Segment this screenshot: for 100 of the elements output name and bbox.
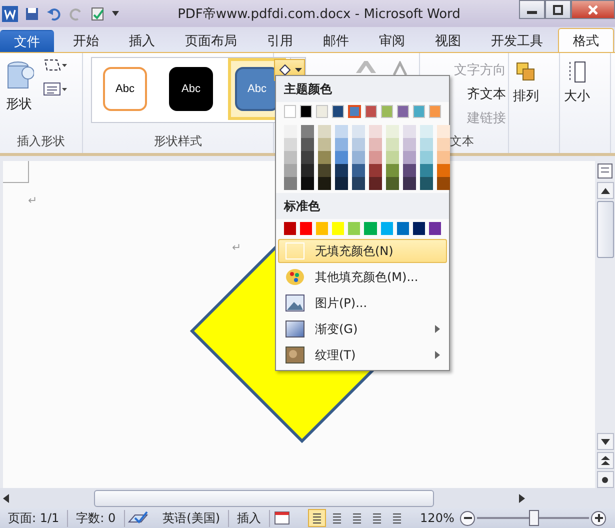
color-swatch[interactable]	[420, 151, 433, 164]
color-swatch[interactable]	[420, 138, 433, 151]
color-swatch[interactable]	[335, 138, 348, 151]
color-swatch[interactable]	[332, 105, 344, 118]
color-swatch[interactable]	[352, 138, 365, 151]
color-swatch[interactable]	[403, 125, 416, 138]
color-swatch[interactable]	[301, 138, 314, 151]
color-swatch[interactable]	[301, 177, 314, 190]
menu-item[interactable]: 其他填充颜色(M)...	[278, 265, 447, 289]
ribbon-tab[interactable]: 邮件	[308, 28, 364, 52]
color-swatch[interactable]	[380, 105, 393, 118]
color-swatch[interactable]	[318, 138, 331, 151]
color-swatch[interactable]	[437, 151, 450, 164]
scroll-up-button[interactable]	[596, 182, 614, 199]
color-swatch[interactable]	[348, 222, 360, 235]
color-swatch[interactable]	[318, 151, 331, 164]
language-status[interactable]: 英语(美国)	[154, 510, 230, 526]
ribbon-tab[interactable]: 格式	[558, 28, 614, 52]
color-swatch[interactable]	[335, 164, 348, 177]
color-swatch[interactable]	[386, 138, 399, 151]
color-swatch[interactable]	[396, 105, 409, 118]
zoom-out-button[interactable]	[460, 510, 476, 526]
color-swatch[interactable]	[403, 177, 416, 190]
color-swatch[interactable]	[403, 151, 416, 164]
color-swatch[interactable]	[284, 222, 296, 235]
color-swatch[interactable]	[386, 177, 399, 190]
color-swatch[interactable]	[369, 151, 382, 164]
color-swatch[interactable]	[437, 164, 450, 177]
color-swatch[interactable]	[403, 138, 416, 151]
color-swatch[interactable]	[386, 164, 399, 177]
color-swatch[interactable]	[428, 105, 441, 118]
color-swatch[interactable]	[412, 105, 425, 118]
color-swatch[interactable]	[284, 164, 297, 177]
arrange-button[interactable]: 排列	[509, 57, 543, 107]
color-swatch[interactable]	[284, 138, 297, 151]
file-tab[interactable]: 文件	[0, 30, 54, 52]
color-swatch[interactable]	[301, 151, 314, 164]
color-swatch[interactable]	[335, 125, 348, 138]
color-swatch[interactable]	[412, 222, 425, 235]
color-swatch[interactable]	[369, 138, 382, 151]
color-swatch[interactable]	[316, 222, 328, 235]
zoom-level[interactable]: 120%	[420, 511, 454, 525]
color-swatch[interactable]	[386, 125, 399, 138]
scroll-down-button[interactable]	[596, 433, 614, 450]
ribbon-tab[interactable]: 引用	[252, 28, 308, 52]
color-swatch[interactable]	[420, 164, 433, 177]
color-swatch[interactable]	[386, 151, 399, 164]
color-swatch[interactable]	[428, 222, 441, 235]
color-swatch[interactable]	[364, 105, 377, 118]
menu-item[interactable]: 图片(P)...	[278, 291, 447, 315]
scrollbar-thumb[interactable]	[596, 201, 614, 258]
color-swatch[interactable]	[335, 151, 348, 164]
minimize-button[interactable]	[519, 0, 545, 19]
color-swatch[interactable]	[369, 164, 382, 177]
color-swatch[interactable]	[420, 125, 433, 138]
previous-page-button[interactable]	[596, 452, 614, 469]
color-swatch[interactable]	[352, 177, 365, 190]
color-swatch[interactable]	[284, 151, 297, 164]
menu-item[interactable]: 渐变(G)	[278, 317, 447, 341]
color-swatch[interactable]	[352, 151, 365, 164]
color-swatch[interactable]	[316, 105, 328, 118]
ribbon-tab[interactable]: 插入	[114, 28, 170, 52]
color-swatch[interactable]	[284, 105, 296, 118]
close-button[interactable]	[571, 0, 615, 19]
color-swatch[interactable]	[403, 164, 416, 177]
color-swatch[interactable]	[348, 105, 361, 118]
menu-item[interactable]: 纹理(T)	[278, 343, 447, 367]
menu-item[interactable]: 无填充颜色(N)	[278, 239, 447, 263]
color-swatch[interactable]	[318, 125, 331, 138]
color-swatch[interactable]	[300, 222, 312, 235]
color-swatch[interactable]	[369, 125, 382, 138]
color-swatch[interactable]	[318, 164, 331, 177]
color-swatch[interactable]	[437, 125, 450, 138]
color-swatch[interactable]	[301, 125, 314, 138]
ribbon-tab[interactable]: 开发工具	[476, 28, 558, 52]
insert-mode-status[interactable]: 插入	[229, 510, 270, 526]
color-swatch[interactable]	[352, 125, 365, 138]
size-button[interactable]: 大小	[560, 57, 594, 107]
shapes-button[interactable]: 形状	[0, 57, 38, 115]
color-swatch[interactable]	[396, 222, 409, 235]
zoom-slider-thumb[interactable]	[529, 510, 540, 526]
color-swatch[interactable]	[300, 105, 312, 118]
maximize-button[interactable]	[545, 0, 571, 19]
color-swatch[interactable]	[437, 138, 450, 151]
word-count[interactable]: 字数: 0	[68, 510, 125, 526]
browse-object-button[interactable]	[596, 471, 614, 488]
view-button[interactable]	[308, 509, 326, 527]
color-swatch[interactable]	[318, 177, 331, 190]
ribbon-tab[interactable]: 审阅	[364, 28, 420, 52]
color-swatch[interactable]	[369, 177, 382, 190]
color-swatch[interactable]	[364, 222, 377, 235]
ribbon-tab[interactable]: 开始	[58, 28, 114, 52]
ribbon-tab[interactable]: 页面布局	[170, 28, 252, 52]
color-swatch[interactable]	[284, 125, 297, 138]
color-swatch[interactable]	[437, 177, 450, 190]
color-swatch[interactable]	[335, 177, 348, 190]
ribbon-tab[interactable]: 视图	[420, 28, 476, 52]
color-swatch[interactable]	[332, 222, 344, 235]
color-swatch[interactable]	[301, 164, 314, 177]
color-swatch[interactable]	[380, 222, 393, 235]
